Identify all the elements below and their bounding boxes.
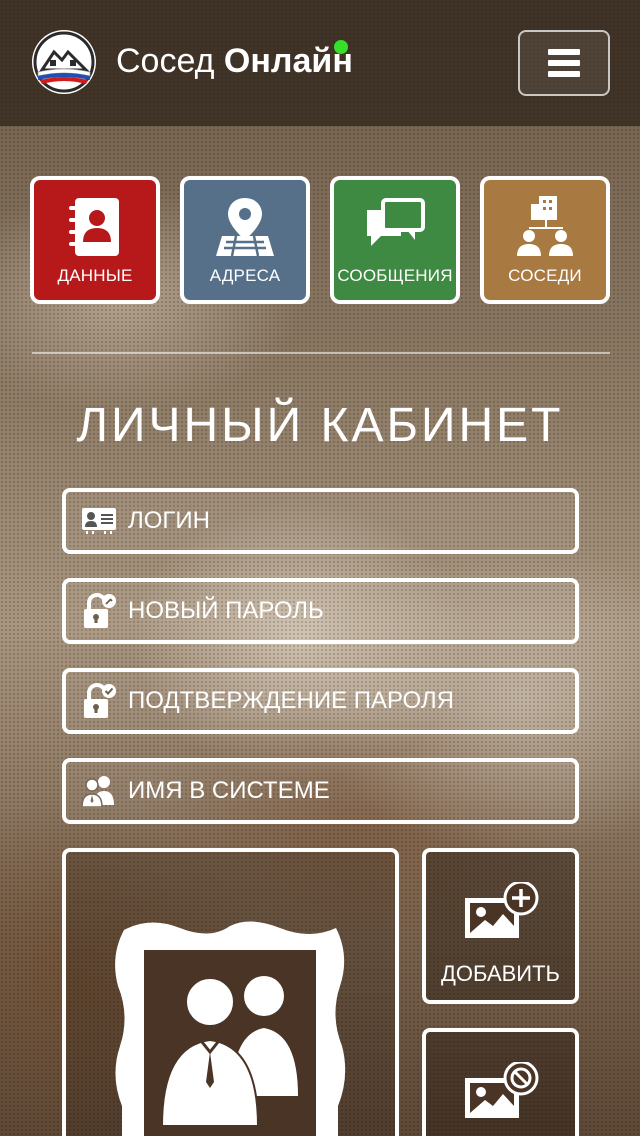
add-photo-button[interactable]: ДОБАВИТЬ — [422, 848, 579, 1004]
tile-label: СООБЩЕНИЯ — [337, 266, 453, 285]
avatar-preview — [62, 848, 399, 1136]
image-remove-icon — [461, 1060, 541, 1127]
contact-book-icon — [67, 196, 123, 258]
tile-messages[interactable]: СООБЩЕНИЯ — [330, 176, 460, 304]
couple-portrait-icon — [110, 916, 350, 1136]
tile-data[interactable]: ДАННЫЕ — [30, 176, 160, 304]
lock-key-icon — [80, 592, 118, 630]
tile-neighbors[interactable]: СОСЕДИ — [480, 176, 610, 304]
id-card-icon — [80, 502, 118, 540]
new-password-field[interactable]: НОВЫЙ ПАРОЛЬ — [62, 578, 579, 644]
hamburger-icon-line — [548, 60, 580, 66]
display-name-placeholder: ИМЯ В СИСТЕМЕ — [128, 777, 330, 804]
lock-check-icon — [80, 682, 118, 720]
login-field[interactable]: ЛОГИН — [62, 488, 579, 554]
neighbors-icon — [513, 196, 577, 258]
users-icon — [80, 772, 118, 810]
image-add-icon — [461, 880, 541, 947]
section-divider — [32, 352, 610, 354]
map-pin-icon — [214, 196, 276, 258]
login-placeholder: ЛОГИН — [128, 507, 210, 534]
tile-label: АДРЕСА — [209, 266, 281, 285]
tile-label: СОСЕДИ — [508, 266, 582, 285]
title-regular: Сосед — [116, 42, 215, 80]
page-title: ЛИЧНЫЙ КАБИНЕТ — [76, 399, 564, 452]
confirm-password-placeholder: ПОДТВЕРЖДЕНИЕ ПАРОЛЯ — [128, 687, 454, 714]
app-title: Сосед Онлайн — [116, 42, 353, 81]
houses-flag-logo[interactable] — [32, 30, 96, 94]
menu-button[interactable] — [518, 30, 610, 96]
app-header: Сосед Онлайн — [0, 0, 640, 126]
tile-label: ДАННЫЕ — [57, 266, 133, 285]
confirm-password-field[interactable]: ПОДТВЕРЖДЕНИЕ ПАРОЛЯ — [62, 668, 579, 734]
display-name-field[interactable]: ИМЯ В СИСТЕМЕ — [62, 758, 579, 824]
new-password-placeholder: НОВЫЙ ПАРОЛЬ — [128, 597, 324, 624]
online-status-indicator — [334, 40, 348, 54]
remove-photo-button[interactable] — [422, 1028, 579, 1136]
chat-bubbles-icon — [363, 196, 427, 258]
add-photo-label: ДОБАВИТЬ — [440, 961, 560, 986]
hamburger-icon-line — [548, 49, 580, 55]
hamburger-icon-line — [548, 71, 580, 77]
tile-addresses[interactable]: АДРЕСА — [180, 176, 310, 304]
